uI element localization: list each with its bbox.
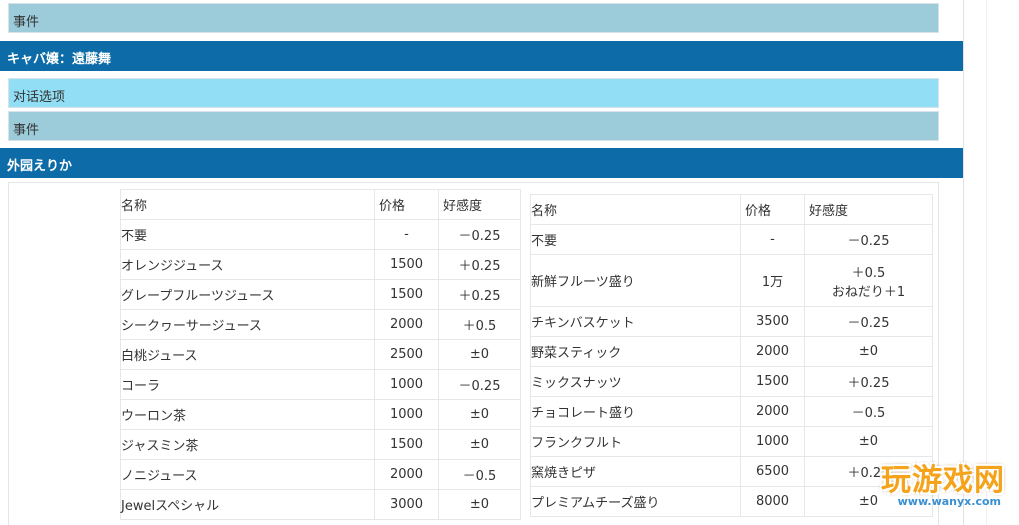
column-header: 价格 <box>740 194 805 225</box>
item-name-cell: 不要 <box>530 224 741 255</box>
item-affinity-cell: ＋0.25 <box>438 249 521 280</box>
watermark-url: www.wanyx.com <box>897 495 1001 508</box>
table-row: シークヮーサージュース 2000 ＋0.5 <box>120 309 521 340</box>
item-name-cell: ミックスナッツ <box>530 366 741 397</box>
table-row: ウーロン茶 1000 ±0 <box>120 399 521 430</box>
watermark-brand: 玩游戏网 <box>881 463 1005 498</box>
table-row: 不要 - －0.25 <box>530 224 933 255</box>
column-header: 价格 <box>374 189 439 220</box>
table-row: 白桃ジュース 2500 ±0 <box>120 339 521 370</box>
item-price-cell: 1500 <box>374 249 439 280</box>
item-price-cell: - <box>740 224 805 255</box>
table-row: チキンバスケット 3500 －0.25 <box>530 306 933 337</box>
item-affinity-cell: －0.25 <box>804 224 933 255</box>
item-price-cell: 3500 <box>740 306 805 337</box>
event-bar-1[interactable]: 事件 <box>8 3 939 33</box>
item-name-cell: コーラ <box>120 369 375 400</box>
item-price-cell: 1万 <box>740 254 805 307</box>
item-name-cell: 窯焼きピザ <box>530 456 741 487</box>
item-name-cell: グレープフルーツジュース <box>120 279 375 310</box>
item-affinity-cell: －0.25 <box>438 219 521 250</box>
item-price-cell: 2000 <box>374 309 439 340</box>
item-price-cell: 3000 <box>374 489 439 520</box>
item-name-cell: フランクフルト <box>530 426 741 457</box>
column-header: 好感度 <box>438 189 521 220</box>
item-affinity-cell: ±0 <box>438 489 521 520</box>
table-row: ノニジュース 2000 －0.5 <box>120 459 521 490</box>
dialog-options-bar[interactable]: 对话选项 <box>8 78 939 108</box>
item-price-cell: 1500 <box>740 366 805 397</box>
item-affinity-cell: ＋0.25 <box>438 279 521 310</box>
item-name-cell: 野菜スティック <box>530 336 741 367</box>
item-affinity-cell: －0.5 <box>438 459 521 490</box>
drink-menu-table: 名称 价格 好感度 不要 - －0.25 オレンジジュース 1500 ＋0.25 グレープフルーツ… <box>120 189 521 520</box>
table-header-row: 名称 价格 好感度 <box>530 194 933 225</box>
item-name-cell: ウーロン茶 <box>120 399 375 430</box>
column-header: 名称 <box>530 194 741 225</box>
table-row: ジャスミン茶 1500 ±0 <box>120 429 521 460</box>
item-price-cell: 2500 <box>374 339 439 370</box>
event-label-2: 事件 <box>13 123 40 138</box>
item-price-cell: 2000 <box>374 459 439 490</box>
table-row: オレンジジュース 1500 ＋0.25 <box>120 249 521 280</box>
page-right-border <box>963 0 964 525</box>
event-label-1: 事件 <box>13 15 40 30</box>
item-price-cell: 6500 <box>740 456 805 487</box>
table-header-row: 名称 价格 好感度 <box>120 189 521 220</box>
item-price-cell: 2000 <box>740 396 805 427</box>
host-header-endo-mai: キャバ嬢：遠藤舞 <box>0 41 963 71</box>
item-affinity-cell: ＋0.5 おねだり＋1 <box>804 254 933 307</box>
item-name-cell: シークヮーサージュース <box>120 309 375 340</box>
item-affinity-cell: －0.25 <box>438 369 521 400</box>
item-name-cell: チキンバスケット <box>530 306 741 337</box>
host-title-1: キャバ嬢：遠藤舞 <box>7 52 112 67</box>
host-header-sotozono-erika: 外园えりか <box>0 148 963 178</box>
item-name-cell: Jewelスペシャル <box>120 489 375 520</box>
page-right-border-outer <box>986 0 987 525</box>
item-name-cell: ノニジュース <box>120 459 375 490</box>
item-price-cell: 1000 <box>374 369 439 400</box>
column-header: 好感度 <box>804 194 933 225</box>
item-affinity-cell: ±0 <box>438 339 521 370</box>
item-affinity-cell: ±0 <box>438 399 521 430</box>
item-affinity-cell: ±0 <box>438 429 521 460</box>
table-row: ミックスナッツ 1500 ＋0.25 <box>530 366 933 397</box>
item-affinity-cell: ＋0.5 <box>438 309 521 340</box>
item-name-cell: プレミアムチーズ盛り <box>530 486 741 517</box>
item-price-cell: 8000 <box>740 486 805 517</box>
item-affinity-cell: ＋0.25 <box>804 366 933 397</box>
table-row: 野菜スティック 2000 ±0 <box>530 336 933 367</box>
item-price-cell: 1000 <box>374 399 439 430</box>
item-price-cell: - <box>374 219 439 250</box>
item-name-cell: 不要 <box>120 219 375 250</box>
item-name-cell: チョコレート盛り <box>530 396 741 427</box>
item-affinity-cell: －0.25 <box>804 306 933 337</box>
item-price-cell: 1000 <box>740 426 805 457</box>
item-affinity-cell: －0.5 <box>804 396 933 427</box>
item-affinity-cell: ±0 <box>804 336 933 367</box>
item-price-cell: 1500 <box>374 429 439 460</box>
table-row: 不要 - －0.25 <box>120 219 521 250</box>
item-name-cell: ジャスミン茶 <box>120 429 375 460</box>
item-name-cell: オレンジジュース <box>120 249 375 280</box>
table-row: チョコレート盛り 2000 －0.5 <box>530 396 933 427</box>
watermark-logo: 玩游戏网 www.wanyx.com <box>859 455 1009 517</box>
host-title-2: 外园えりか <box>7 159 73 174</box>
item-price-cell: 1500 <box>374 279 439 310</box>
item-name-cell: 白桃ジュース <box>120 339 375 370</box>
item-name-cell: 新鮮フルーツ盛り <box>530 254 741 307</box>
dialog-options-label: 对话选项 <box>13 90 66 105</box>
item-price-cell: 2000 <box>740 336 805 367</box>
event-bar-2[interactable]: 事件 <box>8 111 939 141</box>
table-row: Jewelスペシャル 3000 ±0 <box>120 489 521 520</box>
column-header: 名称 <box>120 189 375 220</box>
table-row: グレープフルーツジュース 1500 ＋0.25 <box>120 279 521 310</box>
item-affinity-cell: ±0 <box>804 426 933 457</box>
table-row: 新鮮フルーツ盛り 1万 ＋0.5 おねだり＋1 <box>530 254 933 307</box>
table-row: コーラ 1000 －0.25 <box>120 369 521 400</box>
table-row: フランクフルト 1000 ±0 <box>530 426 933 457</box>
